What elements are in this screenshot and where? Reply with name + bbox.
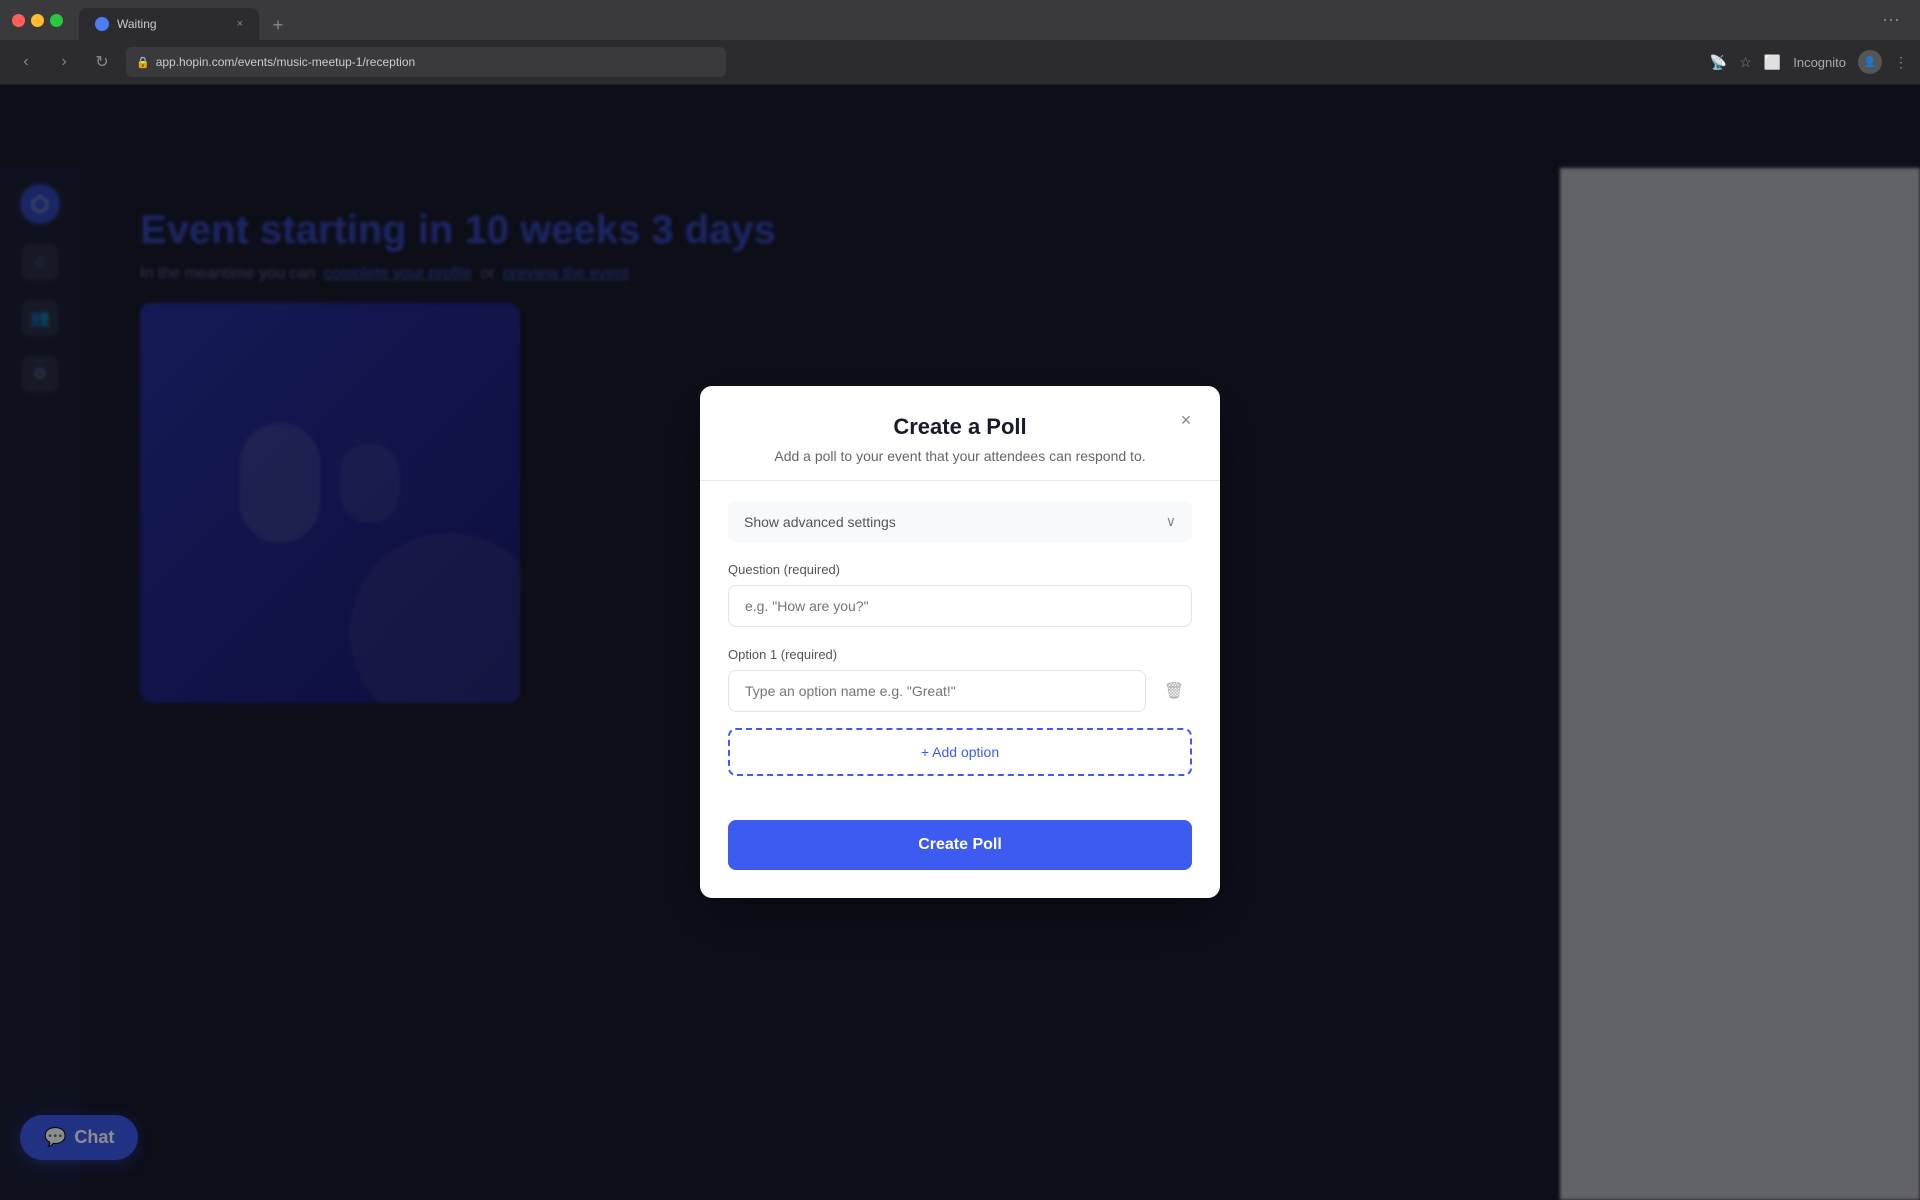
forward-button[interactable]: › <box>50 48 78 76</box>
option1-field-label: Option 1 (required) <box>728 647 1192 662</box>
close-traffic-light[interactable] <box>12 14 25 27</box>
lock-icon: 🔒 <box>136 56 150 69</box>
window-controls: ⋯ <box>1882 10 1908 31</box>
browser-tabs: Waiting × + <box>79 0 293 40</box>
create-poll-label: Create Poll <box>918 836 1002 853</box>
add-option-button[interactable]: + Add option <box>728 728 1192 776</box>
modal-close-button[interactable]: × <box>1172 406 1200 434</box>
tab-close-button[interactable]: × <box>237 18 243 30</box>
modal-separator <box>700 480 1220 481</box>
trash-icon: 🗑 <box>1164 681 1184 701</box>
active-tab[interactable]: Waiting × <box>79 8 259 40</box>
modal-header: × Create a Poll Add a poll to your event… <box>700 386 1220 480</box>
incognito-label: Incognito <box>1793 55 1846 70</box>
browser-titlebar: Waiting × + ⋯ <box>0 0 1920 40</box>
refresh-button[interactable]: ↻ <box>88 48 116 76</box>
browser-nav: ‹ › ↻ 🔒 app.hopin.com/events/music-meetu… <box>0 40 1920 84</box>
modal-title: Create a Poll <box>728 414 1192 440</box>
maximize-traffic-light[interactable] <box>50 14 63 27</box>
extensions-icon[interactable]: ⬜ <box>1764 54 1781 71</box>
more-icon[interactable]: ⋮ <box>1894 54 1908 71</box>
new-tab-button[interactable]: + <box>263 10 293 40</box>
nav-right-controls: 📡 ☆ ⬜ Incognito 👤 ⋮ <box>1710 50 1908 74</box>
modal-footer: Create Poll <box>700 820 1220 898</box>
modal-subtitle: Add a poll to your event that your atten… <box>728 448 1192 464</box>
minimize-traffic-light[interactable] <box>31 14 44 27</box>
option1-row: 🗑 <box>728 670 1192 712</box>
question-field-label: Question (required) <box>728 562 1192 577</box>
back-button[interactable]: ‹ <box>12 48 40 76</box>
question-input[interactable] <box>728 585 1192 627</box>
create-poll-modal: × Create a Poll Add a poll to your event… <box>700 386 1220 898</box>
url-text: app.hopin.com/events/music-meetup-1/rece… <box>156 55 415 69</box>
create-poll-button[interactable]: Create Poll <box>728 820 1192 870</box>
modal-body: Show advanced settings ∨ Question (requi… <box>700 501 1220 820</box>
profile-icon[interactable]: 👤 <box>1858 50 1882 74</box>
advanced-settings-label: Show advanced settings <box>744 514 896 530</box>
traffic-lights <box>12 14 63 27</box>
tab-title: Waiting <box>117 17 157 31</box>
add-option-label: + Add option <box>921 744 999 760</box>
cast-icon[interactable]: 📡 <box>1710 54 1727 71</box>
delete-option1-button[interactable]: 🗑 <box>1156 673 1192 709</box>
modal-overlay: × Create a Poll Add a poll to your event… <box>0 84 1920 1200</box>
option1-input[interactable] <box>728 670 1146 712</box>
browser-chrome: Waiting × + ⋯ ‹ › ↻ 🔒 app.hopin.com/even… <box>0 0 1920 85</box>
tab-favicon <box>95 17 109 31</box>
chevron-down-icon: ∨ <box>1166 513 1176 530</box>
advanced-settings-toggle[interactable]: Show advanced settings ∨ <box>728 501 1192 542</box>
address-bar[interactable]: 🔒 app.hopin.com/events/music-meetup-1/re… <box>126 47 726 77</box>
bookmark-icon[interactable]: ☆ <box>1739 54 1752 71</box>
